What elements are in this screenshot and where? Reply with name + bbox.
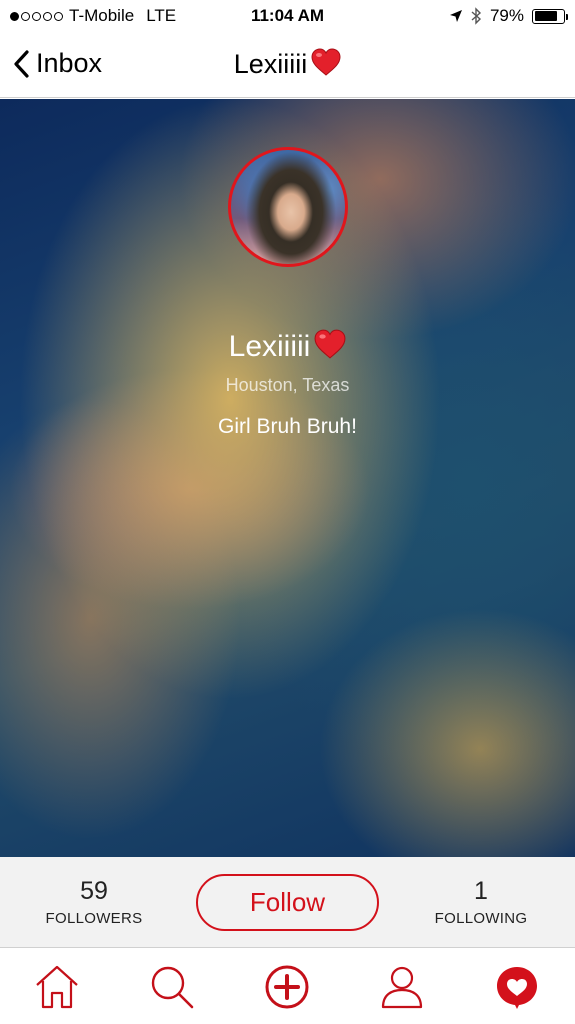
- avatar[interactable]: [228, 147, 348, 267]
- heart-icon: [497, 967, 537, 1009]
- follow-button[interactable]: Follow: [196, 874, 379, 931]
- tab-home[interactable]: [33, 963, 81, 1011]
- red-heart-emoji-icon: [314, 329, 346, 367]
- stats-bar: 59 FOLLOWERS Follow 1 FOLLOWING: [0, 857, 575, 948]
- profile-name-text: Lexiiiii: [228, 330, 311, 363]
- search-icon: [151, 966, 194, 1009]
- battery-percent: 79%: [489, 6, 524, 25]
- tab-notifications[interactable]: [493, 963, 541, 1011]
- tab-search[interactable]: [148, 963, 196, 1011]
- profile-location: Houston, Texas: [225, 375, 350, 395]
- bluetooth-icon: [471, 7, 481, 25]
- profile-bio: Girl Bruh Bruh!: [218, 415, 357, 438]
- profile-header: Lexiiiii Houston, Texas Girl Bruh Bruh!: [0, 99, 575, 857]
- tab-bar: [0, 949, 575, 1024]
- home-icon: [36, 965, 78, 1009]
- followers-stat[interactable]: 59 FOLLOWERS: [19, 877, 169, 927]
- following-label: FOLLOWING: [434, 910, 528, 927]
- followers-label: FOLLOWERS: [45, 910, 143, 927]
- tab-profile[interactable]: [378, 963, 426, 1011]
- add-icon: [265, 965, 309, 1009]
- status-bar: T-Mobile LTE 11:04 AM 79%: [0, 0, 575, 34]
- following-stat[interactable]: 1 FOLLOWING: [406, 877, 556, 927]
- title-text: Lexiiiii: [233, 49, 308, 79]
- followers-count: 59: [80, 877, 108, 905]
- tab-add[interactable]: [263, 963, 311, 1011]
- profile-name: Lexiiiii: [0, 329, 575, 367]
- status-icons: 79%: [449, 6, 568, 26]
- page-title: Lexiiiii: [0, 48, 575, 83]
- following-count: 1: [474, 877, 488, 905]
- location-arrow-icon: [449, 10, 462, 22]
- battery-icon: [532, 8, 568, 24]
- navigation-bar: Inbox Lexiiiii: [0, 34, 575, 98]
- red-heart-emoji-icon: [311, 48, 341, 83]
- profile-icon: [381, 966, 423, 1009]
